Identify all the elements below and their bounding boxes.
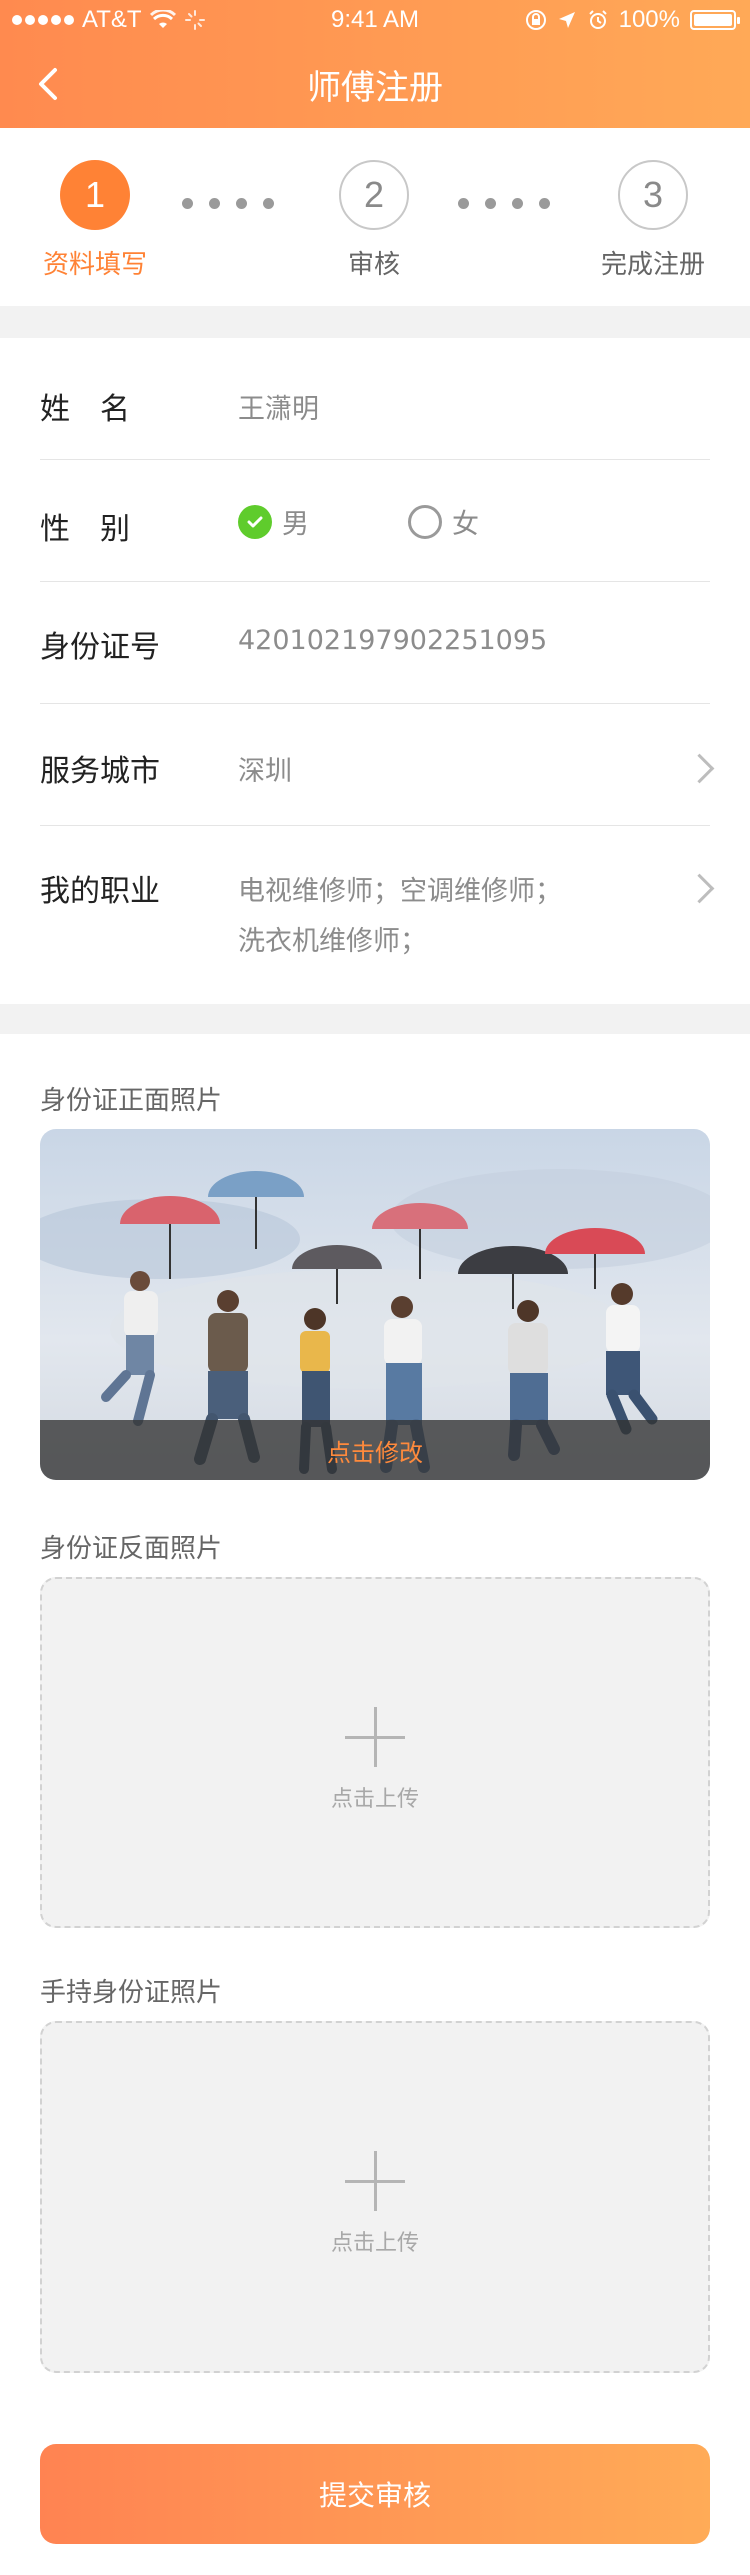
step-3: 3 完成注册 bbox=[573, 128, 733, 281]
radio-unchecked-icon bbox=[408, 504, 442, 539]
upload-content: 点击上传 bbox=[42, 1707, 708, 1813]
radio-checked-icon bbox=[238, 504, 272, 539]
handheld-photo-title: 手持身份证照片 bbox=[40, 1978, 223, 2008]
status-right: 100% bbox=[525, 6, 740, 34]
gender-option-label: 女 bbox=[452, 509, 479, 540]
step-dots bbox=[182, 198, 274, 209]
nav-bar: 师傅注册 bbox=[0, 40, 750, 128]
page-title: 师傅注册 bbox=[307, 68, 443, 108]
name-field[interactable]: 王潇明 bbox=[238, 387, 319, 426]
upload-content: 点击上传 bbox=[42, 2151, 708, 2257]
gender-label: 性 别 bbox=[40, 512, 130, 547]
battery-icon bbox=[690, 10, 740, 30]
id-photos-section: 身份证正面照片 点击修改 身份证反面照片 点击上传 手持身份证照片 点击上传 bbox=[0, 1034, 750, 2575]
step-1: 1 资料填写 bbox=[15, 128, 175, 281]
step-number: 3 bbox=[618, 160, 688, 230]
edit-photo-button[interactable]: 点击修改 bbox=[40, 1420, 710, 1480]
id-number-row[interactable]: 身份证号 420102197902251095 bbox=[40, 582, 710, 704]
service-city-value: 深圳 bbox=[238, 756, 292, 787]
header-bar: AT&T 9:41 AM 100% 师傅注册 bbox=[0, 0, 750, 128]
step-label: 审核 bbox=[347, 250, 400, 280]
submit-review-button[interactable]: 提交审核 bbox=[40, 2444, 710, 2544]
profile-form: 姓 名 王潇明 性 别 男 女 身份证号 420102197902251095 … bbox=[0, 338, 750, 1004]
gender-option-female[interactable]: 女 bbox=[408, 502, 479, 541]
plus-icon bbox=[345, 1707, 405, 1767]
gender-option-label: 男 bbox=[282, 509, 309, 540]
alarm-icon bbox=[588, 10, 607, 29]
profession-label: 我的职业 bbox=[40, 874, 160, 909]
step-label: 资料填写 bbox=[42, 250, 147, 280]
step-number: 2 bbox=[339, 160, 409, 230]
back-photo-title: 身份证反面照片 bbox=[40, 1534, 223, 1564]
id-number-label: 身份证号 bbox=[40, 630, 160, 665]
gender-row: 性 别 男 女 bbox=[40, 460, 710, 582]
upload-label: 点击上传 bbox=[330, 2231, 419, 2256]
step-2: 2 审核 bbox=[294, 128, 454, 281]
front-photo[interactable]: 点击修改 bbox=[40, 1129, 710, 1480]
handheld-photo-upload[interactable]: 点击上传 bbox=[40, 2021, 710, 2373]
id-number-field[interactable]: 420102197902251095 bbox=[238, 625, 547, 656]
plus-icon bbox=[345, 2151, 405, 2211]
lock-rotation-icon bbox=[525, 10, 546, 30]
front-photo-title: 身份证正面照片 bbox=[40, 1086, 223, 1116]
profession-row[interactable]: 我的职业 电视维修师；空调维修师； 洗衣机维修师； bbox=[40, 826, 715, 1004]
step-label: 完成注册 bbox=[600, 250, 705, 280]
service-city-row[interactable]: 服务城市 深圳 bbox=[40, 704, 715, 826]
gender-option-male[interactable]: 男 bbox=[238, 502, 309, 541]
name-row[interactable]: 姓 名 王潇明 bbox=[40, 338, 710, 460]
back-photo-upload[interactable]: 点击上传 bbox=[40, 1577, 710, 1928]
location-arrow-icon bbox=[558, 12, 575, 28]
chevron-right-icon bbox=[684, 753, 715, 784]
service-city-label: 服务城市 bbox=[40, 754, 160, 789]
step-number: 1 bbox=[60, 160, 130, 230]
step-dots bbox=[458, 198, 550, 209]
profession-value-line2: 洗衣机维修师； bbox=[238, 926, 427, 957]
name-label: 姓 名 bbox=[40, 392, 130, 427]
upload-label: 点击上传 bbox=[330, 1787, 419, 1812]
status-bar: AT&T 9:41 AM 100% bbox=[0, 0, 750, 40]
battery-percent: 100% bbox=[618, 6, 680, 33]
chevron-right-icon bbox=[684, 873, 715, 904]
progress-steps: 1 资料填写 2 审核 3 完成注册 bbox=[0, 128, 750, 306]
profession-value-line1: 电视维修师；空调维修师； bbox=[238, 876, 562, 907]
